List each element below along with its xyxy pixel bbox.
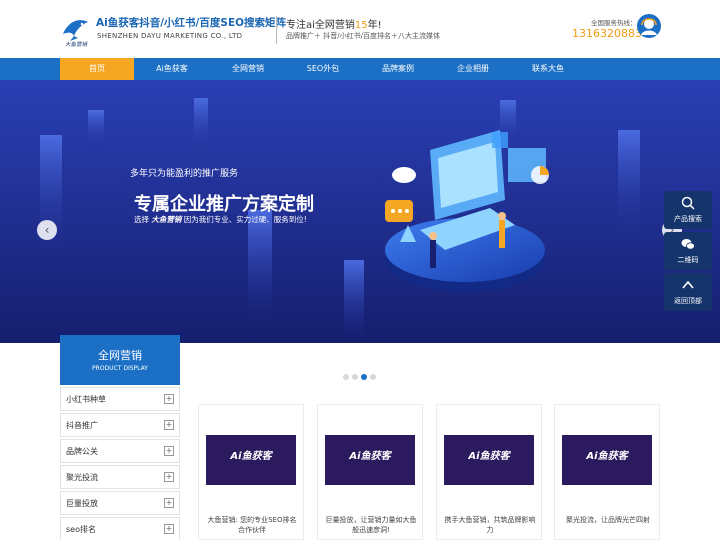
plus-icon[interactable]: + [164, 472, 174, 482]
carousel-dot[interactable] [352, 374, 358, 380]
nav-home[interactable]: 首页 [60, 58, 134, 80]
banner-desc-prefix: 选择 [134, 215, 149, 224]
product-thumbnail[interactable]: Ai鱼获客 [206, 435, 296, 485]
sidebar-item-juliang[interactable]: 巨量投放 + [60, 491, 180, 515]
sidebar-header: 全网营销 PRODUCT DISPLAY [60, 335, 180, 385]
product-card[interactable]: Ai鱼获客 巨量投放，让营销力量如大鱼般迅速彦洞! [317, 404, 423, 540]
product-card[interactable]: Ai鱼获客 大鱼营销: 您的专业SEO排名合作伙伴 [198, 404, 304, 540]
tool-product-search[interactable]: 产品搜索 [664, 191, 712, 229]
page: 大鱼营销 Ai鱼获客抖音/小红书/百度SEO搜索矩阵 SHENZHEN DAYU… [0, 0, 720, 540]
thumbnail-title: Ai鱼获客 [230, 451, 272, 462]
nav-ai-fish[interactable]: Ai鱼获客 [134, 58, 210, 80]
sidebar-item-douyin[interactable]: 抖音推广 + [60, 413, 180, 437]
slogan-suffix: 年! [367, 20, 382, 31]
product-card[interactable]: Ai鱼获客 携手大鱼营销，共筑品牌影响力 [436, 404, 542, 540]
banner-desc-suffix: 因为我们专业、实力过硬、服务到位! [183, 215, 307, 224]
product-thumbnail[interactable]: Ai鱼获客 [325, 435, 415, 485]
sidebar-item-label: 抖音推广 [66, 421, 98, 430]
sidebar-item-xiaohongshu[interactable]: 小红书种草 + [60, 387, 180, 411]
product-thumbnail[interactable]: Ai鱼获客 [562, 435, 652, 485]
nav-company-album[interactable]: 企业相册 [436, 58, 510, 80]
banner-kicker: 多年只为能盈利的推广服务 [130, 169, 239, 179]
product-caption[interactable]: 聚光投流，让品牌光芒四射 [561, 515, 655, 525]
thumbnail-title: Ai鱼获客 [468, 451, 510, 462]
sidebar-item-label: 巨量投放 [66, 499, 98, 508]
headset-icon [637, 14, 661, 38]
hotline-label: 全国服务热线： [591, 19, 637, 27]
product-card[interactable]: Ai鱼获客 聚光投流，让品牌光芒四射 [554, 404, 660, 540]
product-caption[interactable]: 巨量投放，让营销力量如大鱼般迅速彦洞! [324, 515, 418, 535]
floating-side-tools: 产品搜索 二维码 返回顶部 [664, 191, 712, 314]
slogan: 专注ai全网营销15年! [286, 16, 382, 31]
tool-label: 产品搜索 [674, 215, 702, 223]
search-icon [681, 196, 695, 210]
fish-logo-icon[interactable]: 大鱼营销 [60, 14, 92, 48]
site-header: 大鱼营销 Ai鱼获客抖音/小红书/百度SEO搜索矩阵 SHENZHEN DAYU… [0, 0, 720, 58]
nav-brand-cases[interactable]: 品牌案例 [360, 58, 436, 80]
banner-description: 选择 大鱼营销 因为我们专业、实力过硬、服务到位! [134, 214, 307, 225]
nav-seo-outsourcing[interactable]: SEO外包 [286, 58, 360, 80]
plus-icon[interactable]: + [164, 446, 174, 456]
sidebar-item-label: 小红书种草 [66, 395, 106, 404]
nav-contact[interactable]: 联系大鱼 [510, 58, 586, 80]
tool-label: 二维码 [677, 256, 699, 264]
carousel-prev-button[interactable]: ‹ [37, 220, 57, 240]
sidebar-category-list: 小红书种草 + 抖音推广 + 品牌公关 + 聚光投流 + 巨量投放 + seo排… [60, 387, 180, 540]
arrow-up-icon [682, 280, 694, 289]
nav-network-marketing[interactable]: 全网营销 [210, 58, 286, 80]
sidebar-item-label: seo排名 [66, 525, 96, 534]
sidebar-item-label: 聚光投流 [66, 473, 98, 482]
product-thumbnail[interactable]: Ai鱼获客 [444, 435, 534, 485]
banner-illustration [0, 80, 720, 343]
main-nav: 首页 Ai鱼获客 全网营销 SEO外包 品牌案例 企业相册 联系大鱼 [0, 58, 720, 80]
carousel-dot-active[interactable] [361, 374, 367, 380]
thumbnail-title: Ai鱼获客 [349, 451, 391, 462]
slogan-prefix: 专注ai全网营销 [286, 20, 355, 31]
sidebar-subtitle: PRODUCT DISPLAY [92, 365, 148, 372]
tagline: 品牌推广＋ 抖音/小红书/百度排名＋八大主流媒体 [286, 32, 440, 40]
plus-icon[interactable]: + [164, 524, 174, 534]
tool-qr-code[interactable]: 二维码 [664, 232, 712, 270]
sidebar-title: 全网营销 [98, 349, 142, 362]
tool-label: 返回顶部 [674, 297, 702, 305]
banner-desc-brand: 大鱼营销 [151, 215, 182, 224]
sidebar-item-label: 品牌公关 [66, 447, 98, 456]
product-caption[interactable]: 携手大鱼营销，共筑品牌影响力 [443, 515, 537, 535]
header-divider [276, 16, 277, 44]
wechat-icon [681, 239, 695, 250]
brand-subtitle: SHENZHEN DAYU MARKETING CO., LTD [97, 32, 243, 40]
logo-text: 大鱼营销 [65, 41, 89, 48]
brand-title: Ai鱼获客抖音/小红书/百度SEO搜索矩阵 [96, 17, 287, 29]
sidebar-item-brand-pr[interactable]: 品牌公关 + [60, 439, 180, 463]
thumbnail-title: Ai鱼获客 [586, 451, 628, 462]
banner-title: 专属企业推广方案定制 [134, 194, 314, 215]
product-caption[interactable]: 大鱼营销: 您的专业SEO排名合作伙伴 [205, 515, 299, 535]
carousel-dot[interactable] [370, 374, 376, 380]
slogan-years: 15 [354, 20, 368, 31]
hero-banner: 多年只为能盈利的推广服务 专属企业推广方案定制 选择 大鱼营销 因为我们专业、实… [0, 80, 720, 343]
sidebar-item-seo[interactable]: seo排名 + [60, 517, 180, 540]
plus-icon[interactable]: + [164, 394, 174, 404]
sidebar-item-juguang[interactable]: 聚光投流 + [60, 465, 180, 489]
plus-icon[interactable]: + [164, 420, 174, 430]
plus-icon[interactable]: + [164, 498, 174, 508]
carousel-dot[interactable] [343, 374, 349, 380]
tool-back-to-top[interactable]: 返回顶部 [664, 273, 712, 311]
